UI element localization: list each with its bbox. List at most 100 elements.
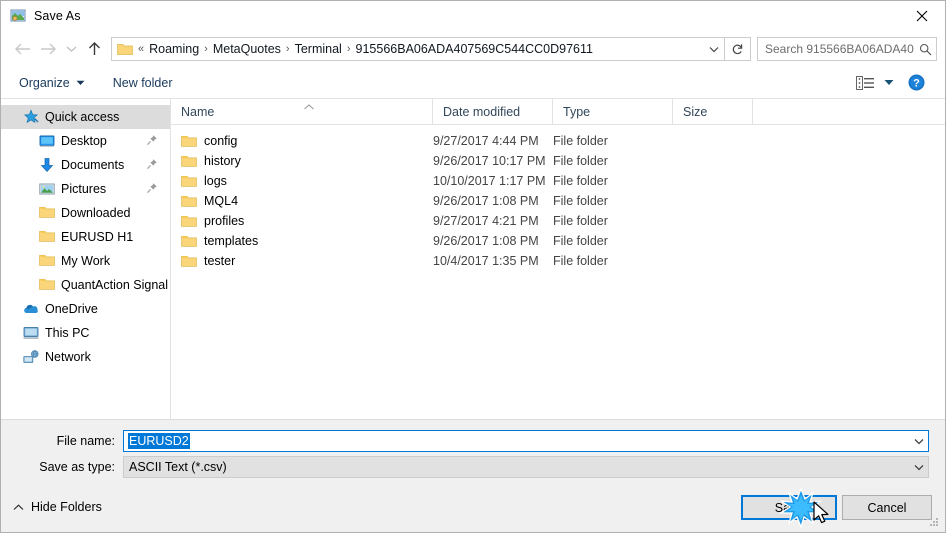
table-row[interactable]: logs 10/10/2017 1:17 PM File folder [171, 171, 945, 191]
file-name-input[interactable]: EURUSD2 [123, 430, 929, 452]
folder-icon [181, 134, 197, 148]
cancel-button[interactable]: Cancel [842, 495, 932, 520]
sidebar-item-desktop[interactable]: Desktop [1, 129, 170, 153]
pin-icon[interactable] [146, 158, 158, 170]
sidebar-item-quick-access[interactable]: Quick access [1, 105, 170, 129]
sidebar-item-network[interactable]: Network [1, 345, 170, 369]
breadcrumb-prefix: « [138, 43, 145, 55]
pictures-icon [39, 181, 55, 197]
close-button[interactable] [899, 1, 945, 31]
breadcrumb-item-roaming[interactable]: Roaming [146, 42, 202, 56]
column-label: Type [563, 104, 591, 119]
file-row-date: 9/26/2017 10:17 PM [433, 154, 546, 168]
file-name-text: MQL4 [204, 194, 239, 208]
sidebar-item-my-work[interactable]: My Work [1, 249, 170, 273]
file-name-label: File name: [56, 434, 115, 448]
sidebar-item-label: Downloaded [61, 206, 131, 220]
pin-icon[interactable] [146, 182, 158, 194]
file-row-type: File folder [553, 154, 608, 168]
table-row[interactable]: templates 9/26/2017 1:08 PM File folder [171, 231, 945, 251]
file-row-name[interactable]: config [171, 134, 433, 148]
sidebar-item-documents[interactable]: Documents [1, 153, 170, 177]
column-label: Date modified [443, 104, 521, 119]
file-row-name[interactable]: history [171, 154, 433, 168]
back-arrow-icon[interactable] [9, 36, 35, 62]
file-row-type: File folder [553, 214, 608, 228]
sidebar-item-pictures[interactable]: Pictures [1, 177, 170, 201]
sidebar-item-label: Desktop [61, 134, 107, 148]
file-row-name[interactable]: tester [171, 254, 433, 268]
sidebar-item-quantaction-signal[interactable]: QuantAction Signal [1, 273, 170, 297]
chevron-down-icon[interactable] [704, 38, 724, 60]
breadcrumb-separator[interactable]: › [345, 43, 353, 55]
sidebar-item-downloaded[interactable]: Downloaded [1, 201, 170, 225]
pin-icon[interactable] [146, 134, 158, 146]
column-header-date-modified[interactable]: Date modified [433, 99, 553, 124]
breadcrumb-item-current[interactable]: 915566BA06ADA407569C544CC0D97611 [353, 42, 596, 56]
file-row-date: 10/10/2017 1:17 PM [433, 174, 546, 188]
desktop-icon [39, 133, 55, 149]
folder-icon [39, 253, 55, 269]
file-row-name[interactable]: logs [171, 174, 433, 188]
sidebar-item-onedrive[interactable]: OneDrive [1, 297, 170, 321]
file-name-text: logs [204, 174, 227, 188]
search-icon[interactable] [914, 43, 936, 56]
file-row-name[interactable]: profiles [171, 214, 433, 228]
table-row[interactable]: config 9/27/2017 4:44 PM File folder [171, 131, 945, 151]
hide-folders-button[interactable]: Hide Folders [13, 500, 102, 514]
table-row[interactable]: MQL4 9/26/2017 1:08 PM File folder [171, 191, 945, 211]
onedrive-icon [23, 301, 39, 317]
file-row-name[interactable]: MQL4 [171, 194, 433, 208]
command-bar: Organize New folder ? [1, 67, 945, 99]
save-as-type-select[interactable]: ASCII Text (*.csv) [123, 456, 929, 478]
save-as-type-label: Save as type: [39, 460, 115, 474]
recent-locations-icon[interactable] [61, 36, 81, 62]
breadcrumb-separator[interactable]: › [202, 43, 210, 55]
folder-icon [39, 229, 55, 245]
refresh-icon[interactable] [725, 37, 751, 61]
navigation-sidebar[interactable]: Quick access Desktop Documents Pictures Down… [1, 99, 171, 419]
search-input[interactable]: Search 915566BA06ADA40756... [757, 37, 937, 61]
save-button[interactable]: Save [741, 495, 837, 520]
new-folder-button[interactable]: New folder [105, 72, 181, 94]
folder-icon [181, 174, 197, 188]
sort-ascending-icon [303, 99, 315, 110]
chevron-down-icon[interactable] [910, 457, 928, 477]
folder-icon [181, 254, 197, 268]
breadcrumb-separator[interactable]: › [284, 43, 292, 55]
help-icon[interactable]: ? [899, 71, 933, 95]
thispc-icon [23, 325, 39, 341]
file-list[interactable]: config 9/27/2017 4:44 PM File folder histor… [171, 125, 945, 271]
table-row[interactable]: tester 10/4/2017 1:35 PM File folder [171, 251, 945, 271]
save-as-type-value: ASCII Text (*.csv) [129, 460, 227, 474]
column-header-size[interactable]: Size [673, 99, 753, 124]
forward-arrow-icon[interactable] [35, 36, 61, 62]
chevron-down-icon[interactable] [879, 71, 899, 95]
file-row-date: 9/27/2017 4:44 PM [433, 134, 539, 148]
up-arrow-icon[interactable] [81, 36, 107, 62]
folder-icon [181, 234, 197, 248]
breadcrumb-item-terminal[interactable]: Terminal [292, 42, 345, 56]
navigation-bar: « Roaming › MetaQuotes › Terminal › 9155… [1, 31, 945, 67]
breadcrumb-item-metaquotes[interactable]: MetaQuotes [210, 42, 284, 56]
column-header-type[interactable]: Type [553, 99, 673, 124]
file-name-text: config [204, 134, 238, 148]
table-row[interactable]: history 9/26/2017 10:17 PM File folder [171, 151, 945, 171]
table-row[interactable]: profiles 9/27/2017 4:21 PM File folder [171, 211, 945, 231]
address-bar[interactable]: « Roaming › MetaQuotes › Terminal › 9155… [111, 37, 725, 61]
save-form: File name: EURUSD2 Save as type: ASCII T… [1, 419, 945, 489]
sidebar-item-label: My Work [61, 254, 111, 268]
column-header-name[interactable]: Name [171, 99, 433, 124]
sidebar-item-label: Documents [61, 158, 125, 172]
organize-button[interactable]: Organize [11, 72, 93, 94]
view-layout-icon[interactable] [851, 71, 879, 95]
file-row-name[interactable]: templates [171, 234, 433, 248]
sidebar-item-eurusd-h1[interactable]: EURUSD H1 [1, 225, 170, 249]
file-name-text: history [204, 154, 241, 168]
chevron-down-icon[interactable] [910, 431, 928, 451]
network-icon [23, 349, 39, 365]
sidebar-item-this-pc[interactable]: This PC [1, 321, 170, 345]
sidebar-item-label: QuantAction Signal [61, 278, 169, 292]
title-bar: Save As [1, 1, 945, 31]
file-list-pane[interactable]: Name Date modified Type Size config 9/27… [171, 99, 945, 419]
